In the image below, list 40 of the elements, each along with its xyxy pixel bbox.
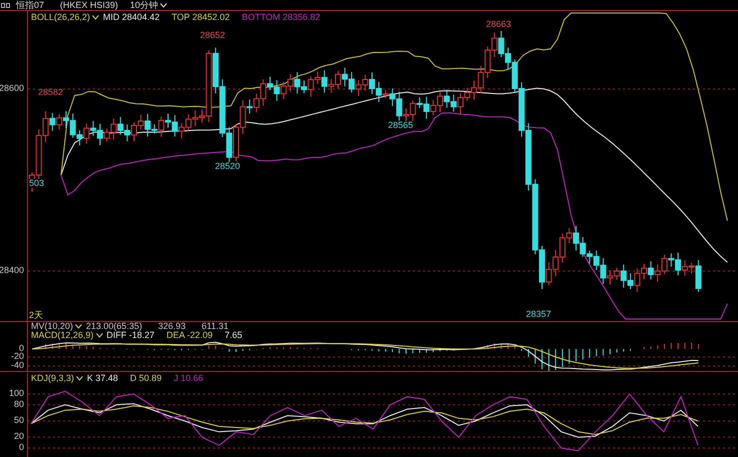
instrument-code: (HKEX HSI39)	[60, 0, 118, 10]
boll-top-value: TOP 28452.02	[172, 12, 230, 22]
period-selector[interactable]: 10分钟	[130, 0, 168, 10]
indicator-name[interactable]: BOLL(26,26,2)	[31, 12, 90, 22]
chevron-icon	[76, 376, 84, 381]
boll-bottom-value: BOTTOM 28356.82	[242, 12, 320, 22]
macd-dea-value: DEA -22.09	[166, 331, 213, 340]
price-label: 28520	[215, 162, 240, 171]
axis-tick-label: 20	[14, 432, 24, 442]
axis-tick-label: 100	[8, 388, 24, 398]
axis-tick-label: -40	[10, 361, 24, 370]
chevron-icon	[96, 333, 103, 338]
price-label: 28582	[38, 88, 64, 97]
kdj-legend-value: J 10.66	[174, 374, 204, 383]
indicator-name[interactable]: KDJ(9,3,3)	[31, 374, 74, 383]
macd-value: 7.65	[224, 331, 242, 340]
boll-mid-value: MID 28404.42	[103, 12, 160, 22]
price-label: 28357	[526, 310, 552, 319]
chevron-icon	[160, 2, 168, 8]
mv-value: 213.00(65:35)	[86, 322, 142, 331]
axis-tick-label: 50	[14, 416, 24, 425]
kdj-legend-value: D 50.89	[130, 374, 162, 383]
indicator-name[interactable]: MV(10,20)	[31, 322, 74, 331]
price-label: 28652	[200, 31, 226, 40]
mv-value: 611.31	[202, 322, 228, 331]
axis-tick-label: 0	[18, 442, 24, 452]
range-label: 2天	[29, 311, 44, 320]
axis-tick-label: 0	[18, 344, 24, 353]
chevron-icon	[92, 14, 100, 20]
kdj-legend-value: K 37.48	[87, 374, 118, 383]
chevron-icon	[75, 324, 82, 329]
indicator-name[interactable]: MACD(12,26,9)	[31, 331, 94, 340]
price-label: 503	[29, 179, 44, 188]
axis-tick-label: 80	[14, 400, 24, 409]
macd-diff-value: DIFF -18.27	[106, 331, 155, 340]
instrument-title: 恒指07	[16, 0, 44, 10]
mv-value: 326.93	[158, 322, 186, 331]
axis-tick-label: -20	[10, 352, 24, 361]
price-label: 28565	[388, 121, 414, 130]
price-label: 28663	[486, 20, 512, 29]
